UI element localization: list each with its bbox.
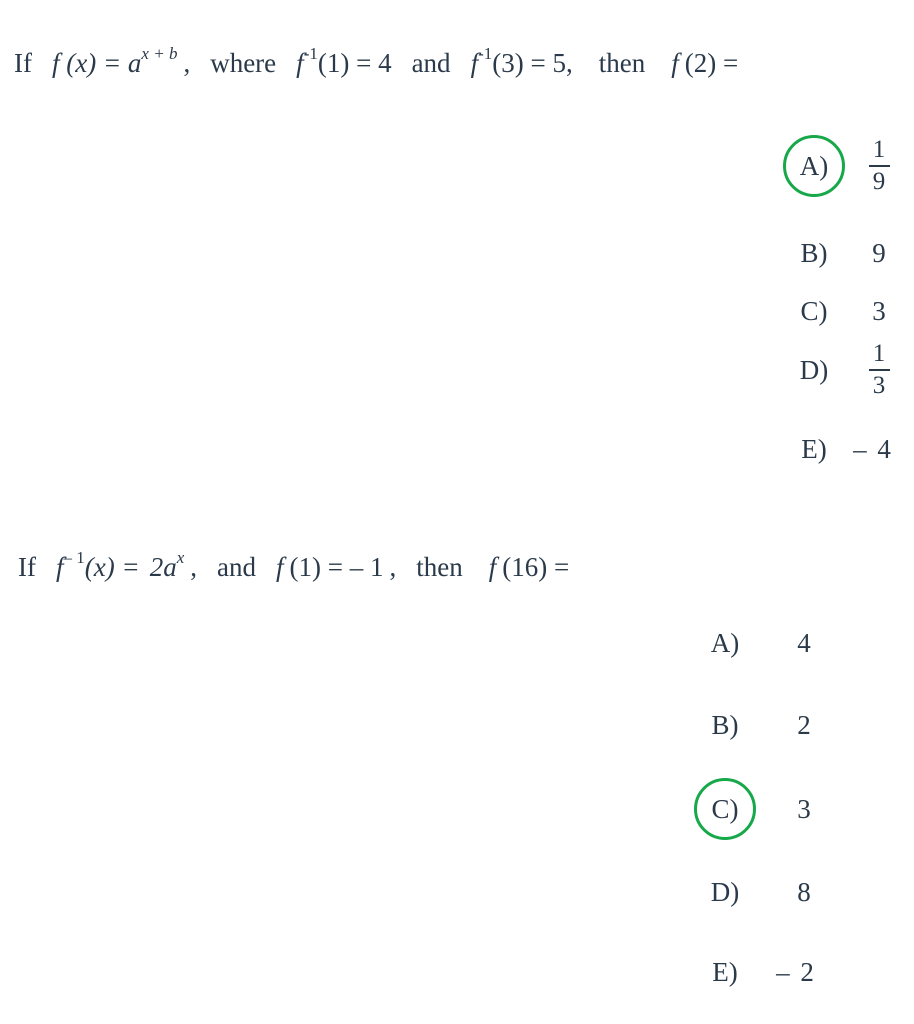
q1-cond2-rest: (3) = 5 (492, 48, 566, 78)
q2-cond-rest: (1) = – 1 (289, 552, 384, 582)
q1-comma-1: , (183, 48, 191, 78)
q1-function-def: f (x) = a (51, 48, 142, 78)
fraction-numerator: 1 (872, 340, 886, 367)
option-e-label: E) (712, 956, 738, 987)
fraction-bar (868, 369, 890, 371)
q1-target-f: f (671, 48, 679, 78)
option-e-marker[interactable]: E) (783, 418, 845, 480)
fraction-one-third: 1 3 (868, 340, 890, 399)
option-c-value: 3 (872, 295, 886, 326)
question-1-option-a[interactable]: A) 1 9 (783, 135, 901, 197)
fraction-bar (868, 165, 890, 167)
fraction-denominator: 3 (872, 372, 886, 399)
option-c-marker[interactable]: C) (783, 280, 845, 342)
option-e-marker[interactable]: E) (694, 941, 756, 1003)
q1-cond1-rest: (1) = 4 (317, 48, 392, 78)
option-b-value: 9 (872, 237, 886, 268)
option-a-label: A) (799, 150, 829, 181)
q2-if-keyword: If (18, 552, 36, 582)
option-a-value: 1 9 (857, 137, 901, 195)
option-c-value: 3 (797, 793, 811, 824)
option-e-value: – 2 (776, 956, 816, 987)
q1-cond1-f: f (296, 48, 304, 78)
q2-then-keyword: then (416, 552, 463, 582)
q2-comma-2: , (389, 552, 397, 582)
option-a-label: A) (710, 627, 740, 658)
option-b-marker[interactable]: B) (694, 694, 756, 756)
option-c-marker-circled[interactable]: C) (694, 778, 756, 840)
q1-cond1-superscript: -1 (303, 44, 318, 63)
option-d-value: 1 3 (857, 341, 901, 399)
q2-and-keyword: and (216, 552, 256, 582)
option-b-marker[interactable]: B) (783, 222, 845, 284)
math-worksheet-page: { "page": { "background_color": "#ffffff… (0, 0, 914, 1024)
q1-where-keyword: where (210, 48, 277, 78)
question-2-option-b[interactable]: B) 2 (694, 694, 826, 756)
q1-then-keyword: then (598, 48, 646, 78)
q1-cond2-superscript: -1 (478, 44, 493, 63)
option-d-marker[interactable]: D) (783, 339, 845, 401)
question-2-option-d[interactable]: D) 8 (694, 861, 826, 923)
option-b-label: B) (711, 709, 739, 740)
option-b-label: B) (800, 237, 828, 268)
option-e-value: – 4 (853, 433, 893, 464)
fraction-one-ninth: 1 9 (868, 136, 890, 195)
q2-target-f: f (488, 552, 497, 582)
option-c-label: C) (711, 793, 739, 824)
fraction-numerator: 1 (872, 136, 886, 163)
question-1-prompt: If f (x) = ax + b, where f-1(1) = 4 and f-1(3… (14, 45, 739, 78)
fraction-denominator: 9 (872, 168, 886, 195)
option-d-value: 8 (797, 876, 811, 907)
option-d-label: D) (710, 876, 740, 907)
option-a-marker-circled[interactable]: A) (783, 135, 845, 197)
q2-inverse-rest: (x) = (84, 552, 140, 582)
q2-rhs: 2a (149, 552, 177, 582)
question-1-option-e[interactable]: E) – 4 (783, 418, 895, 480)
q1-target-rest: (2) = (684, 48, 739, 78)
question-2-option-a[interactable]: A) 4 (694, 612, 826, 674)
q2-cond-f: f (275, 552, 284, 582)
option-a-marker[interactable]: A) (694, 612, 756, 674)
option-a-value: 4 (797, 627, 811, 658)
q1-cond2-f: f (470, 48, 479, 78)
question-2-option-c[interactable]: C) 3 (694, 778, 826, 840)
option-e-label: E) (801, 433, 827, 464)
q1-comma-2: , (565, 48, 573, 78)
q2-comma-1: , (190, 552, 197, 582)
question-2-option-e[interactable]: E) – 2 (694, 941, 818, 1003)
question-1-option-c[interactable]: C) 3 (783, 280, 901, 342)
q1-if-keyword: If (14, 48, 32, 78)
q2-rhs-exponent: x (176, 548, 185, 567)
question-1-option-d[interactable]: D) 1 3 (783, 339, 901, 401)
q2-inverse-f: f (55, 552, 64, 582)
option-d-marker[interactable]: D) (694, 861, 756, 923)
question-1-option-b[interactable]: B) 9 (783, 222, 901, 284)
q2-inverse-superscript: – 1 (63, 548, 85, 567)
q1-and-keyword: and (411, 48, 451, 78)
q1-exponent: x + b (141, 44, 178, 63)
option-c-label: C) (800, 295, 828, 326)
option-d-label: D) (799, 354, 829, 385)
question-2-prompt: If f– 1(x) = 2ax, and f (1) = – 1, then f (16) = (18, 549, 570, 582)
option-b-value: 2 (797, 709, 811, 740)
q2-target-rest: (16) = (502, 552, 570, 582)
